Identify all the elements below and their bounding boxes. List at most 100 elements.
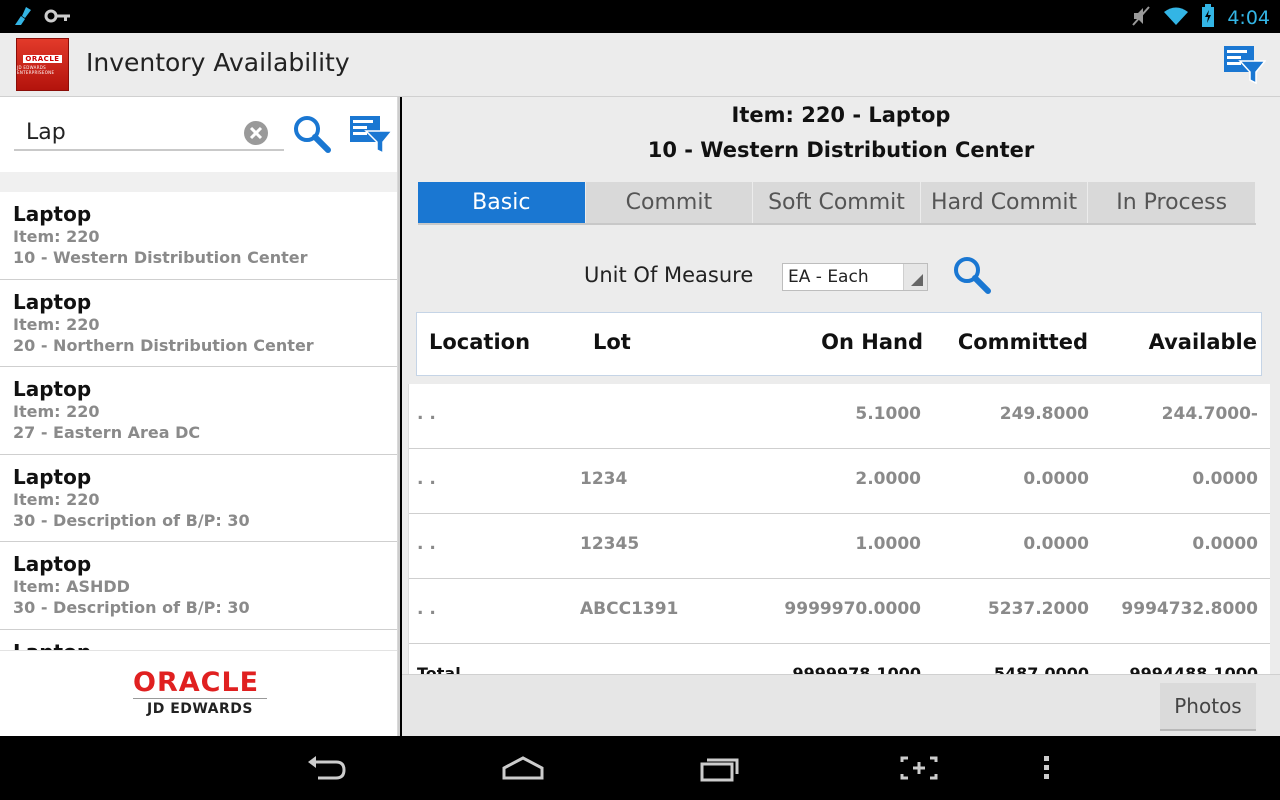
action-filter-button[interactable] xyxy=(1224,45,1267,85)
back-button[interactable] xyxy=(304,750,348,786)
cell-total-available: 9994488.1000 xyxy=(1129,664,1258,674)
list-item-number: Item: 220 xyxy=(13,489,100,509)
dropdown-triangle-icon xyxy=(903,264,927,290)
tab-commit[interactable]: Commit xyxy=(585,182,754,223)
cell-committed: 0.0000 xyxy=(1023,469,1089,489)
list-item-title: Laptop xyxy=(13,377,92,401)
cell-total-label: Total xyxy=(417,664,461,674)
cell-on-hand: 5.1000 xyxy=(855,404,921,424)
list-item[interactable]: Laptop Item: 220 27 - Eastern Area DC xyxy=(0,367,398,455)
table-row[interactable]: . . 12345 1.0000 0.0000 0.0000 xyxy=(409,514,1270,579)
list-item[interactable]: Laptop Item: 220 10 - Western Distributi… xyxy=(0,192,398,280)
column-header-committed: Committed xyxy=(957,330,1088,354)
clear-x-icon xyxy=(249,126,263,140)
cell-committed: 249.8000 xyxy=(999,404,1089,424)
cell-available: 0.0000 xyxy=(1192,469,1258,489)
table-header: Location Lot On Hand Committed Available xyxy=(416,312,1262,376)
wifi-icon xyxy=(1163,6,1189,30)
cell-lot: 12345 xyxy=(580,534,640,554)
photos-button[interactable]: Photos xyxy=(1160,683,1256,731)
column-header-available: Available xyxy=(1148,330,1257,354)
cell-total-committed: 5487.0000 xyxy=(993,664,1089,674)
cell-location: . . xyxy=(417,534,436,554)
uom-selected-value: EA - Each xyxy=(788,267,869,287)
list-item[interactable]: Laptop xyxy=(0,630,398,651)
cell-available: 9994732.8000 xyxy=(1121,599,1258,619)
item-title: Item: 220 - Laptop xyxy=(731,103,951,127)
cell-committed: 5237.2000 xyxy=(987,599,1089,619)
recent-apps-icon xyxy=(700,758,739,782)
action-bar: ORACLE JD EDWARDS ENTERPRISEONE Inventor… xyxy=(0,33,1280,97)
list-item-branch: 27 - Eastern Area DC xyxy=(13,423,201,442)
screen: 4:04 ORACLE JD EDWARDS ENTERPRISEONE Inv… xyxy=(0,0,1280,800)
cell-committed: 0.0000 xyxy=(1023,534,1089,554)
list-item-number: Item: 220 xyxy=(13,227,100,246)
cell-on-hand: 9999970.0000 xyxy=(784,599,921,619)
search-row xyxy=(0,97,399,172)
screenshot-button[interactable] xyxy=(898,750,940,786)
cell-total-on-hand: 9999978.1000 xyxy=(792,664,921,674)
tab-soft-commit[interactable]: Soft Commit xyxy=(753,182,921,223)
list-filter-button[interactable] xyxy=(350,115,394,155)
left-pane: Laptop Item: 220 10 - Western Distributi… xyxy=(0,97,400,736)
tab-hard-commit[interactable]: Hard Commit xyxy=(920,182,1089,223)
table-row[interactable]: . . 1234 2.0000 0.0000 0.0000 xyxy=(409,449,1270,514)
filter-list-icon xyxy=(1224,46,1267,85)
clear-search-button[interactable] xyxy=(244,121,268,145)
list-item[interactable]: Laptop Item: 220 30 - Description of B/P… xyxy=(0,455,398,542)
cell-on-hand: 2.0000 xyxy=(855,469,921,489)
bottom-bar: Photos xyxy=(402,674,1280,736)
recent-apps-button[interactable] xyxy=(698,750,742,786)
list-item-branch: 30 - Description of B/P: 30 xyxy=(13,598,250,617)
list-item-branch: 20 - Northern Distribution Center xyxy=(13,335,314,355)
table-row[interactable]: . . ABCC1391 9999970.0000 5237.2000 9994… xyxy=(409,579,1270,644)
table-total-row: Total 9999978.1000 5487.0000 9994488.100… xyxy=(409,644,1270,674)
app-title: Inventory Availability xyxy=(86,48,350,77)
list-item[interactable]: Laptop Item: ASHDD 30 - Description of B… xyxy=(0,542,398,630)
column-header-on-hand: On Hand xyxy=(821,330,923,354)
cell-location: . . xyxy=(417,404,436,424)
table-body: . . 5.1000 249.8000 244.7000- . . 1234 2… xyxy=(408,384,1270,674)
uom-select[interactable]: EA - Each xyxy=(782,263,928,291)
column-header-location: Location xyxy=(429,330,531,354)
list-item-branch: 10 - Western Distribution Center xyxy=(13,248,308,267)
cell-lot: ABCC1391 xyxy=(580,599,679,619)
table-row[interactable]: . . 5.1000 249.8000 244.7000- xyxy=(409,384,1270,449)
navigation-bar xyxy=(0,736,1280,800)
list-item[interactable]: Laptop Item: 220 20 - Northern Distribut… xyxy=(0,280,398,367)
home-button[interactable] xyxy=(500,750,546,786)
cell-location: . . xyxy=(417,469,436,489)
list-item-number: Item: 220 xyxy=(13,314,100,334)
column-header-lot: Lot xyxy=(593,330,631,354)
uom-label: Unit Of Measure xyxy=(584,263,754,287)
overflow-dots-icon xyxy=(1044,756,1049,779)
cell-available: 244.7000- xyxy=(1161,404,1258,424)
list-spacer xyxy=(0,172,399,192)
list-item-title: Laptop xyxy=(13,202,92,226)
cell-location: . . xyxy=(417,599,436,619)
app-logo-bottom: JD EDWARDS ENTERPRISEONE xyxy=(17,64,55,75)
branch-title: 10 - Western Distribution Center xyxy=(647,138,1035,162)
filter-list-icon xyxy=(350,116,394,155)
tab-basic[interactable]: Basic xyxy=(418,182,586,223)
app-logo-top: ORACLE xyxy=(23,54,62,63)
overflow-menu-button[interactable] xyxy=(1040,750,1054,786)
list-item-branch: 30 - Description of B/P: 30 xyxy=(13,510,250,530)
list-item-number: Item: 220 xyxy=(13,402,100,421)
uom-search-button[interactable] xyxy=(952,255,992,295)
home-icon xyxy=(502,756,544,780)
detail-pane: Item: 220 - Laptop 10 - Western Distribu… xyxy=(402,97,1280,736)
battery-icon xyxy=(1201,4,1215,32)
broom-icon xyxy=(12,5,34,31)
clock-text: 4:04 xyxy=(1227,7,1270,29)
list-item-title: Laptop xyxy=(13,552,92,576)
app-logo-icon: ORACLE JD EDWARDS ENTERPRISEONE xyxy=(16,38,69,91)
tab-in-process[interactable]: In Process xyxy=(1088,182,1256,223)
list-item-title: Laptop xyxy=(13,464,92,489)
result-list: Laptop Item: 220 10 - Western Distributi… xyxy=(0,192,398,650)
search-icon xyxy=(294,116,331,153)
status-bar: 4:04 xyxy=(0,0,1280,33)
search-button[interactable] xyxy=(292,114,332,154)
back-arrow-icon xyxy=(308,756,346,780)
list-item-title: Laptop xyxy=(13,289,92,314)
